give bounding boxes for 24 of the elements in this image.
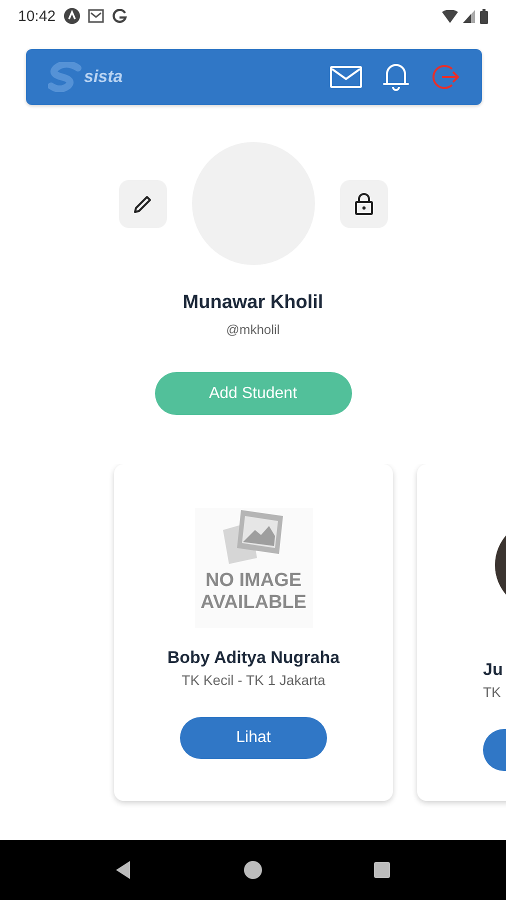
home-icon[interactable] <box>242 860 263 880</box>
lock-icon <box>354 192 374 216</box>
notification-icon <box>64 8 80 24</box>
recents-icon[interactable] <box>372 860 392 880</box>
student-name: Ju <box>483 660 503 680</box>
profile-username: @mkholil <box>226 322 280 337</box>
bell-icon[interactable] <box>382 62 410 92</box>
battery-icon <box>480 8 488 24</box>
mail-icon <box>88 9 104 23</box>
student-class: TK Kecil - TK 1 Jakarta <box>182 672 326 688</box>
status-time: 10:42 <box>18 8 56 24</box>
student-class: TK <box>483 684 501 700</box>
wifi-icon <box>442 10 458 22</box>
lock-button[interactable] <box>340 180 388 228</box>
mail-icon[interactable] <box>330 66 362 88</box>
profile-name: Munawar Kholil <box>182 292 324 314</box>
no-image-text: NO IMAGE AVAILABLE <box>200 570 308 614</box>
logo-icon <box>48 62 82 92</box>
student-name: Boby Aditya Nugraha <box>167 648 340 668</box>
view-button[interactable]: Lihat <box>180 717 327 759</box>
signal-icon <box>463 10 475 22</box>
logo-text: sista <box>84 67 123 87</box>
google-icon <box>112 8 127 24</box>
edit-button[interactable] <box>118 180 166 228</box>
